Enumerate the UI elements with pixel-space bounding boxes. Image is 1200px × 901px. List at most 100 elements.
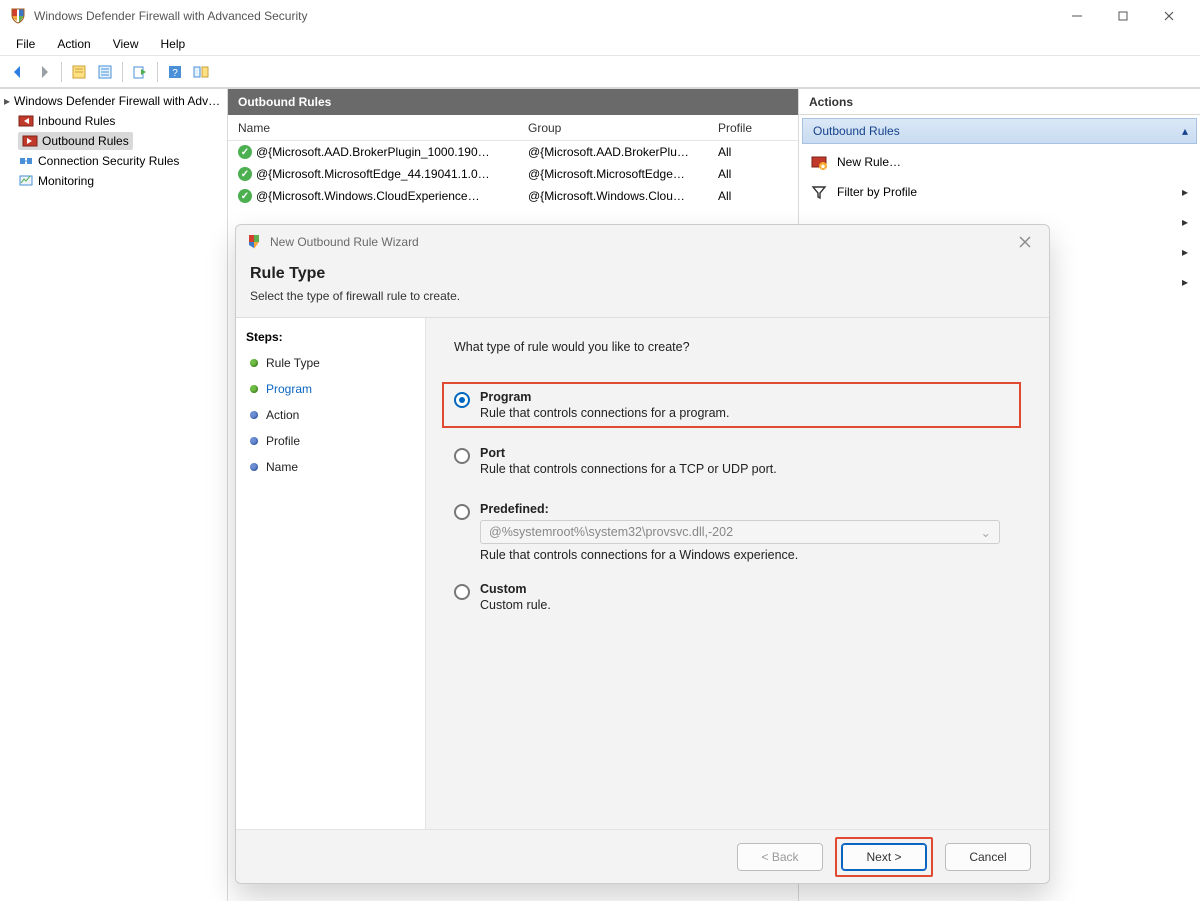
monitoring-icon bbox=[18, 173, 34, 189]
predefined-combo[interactable]: @%systemroot%\system32\provsvc.dll,-202 … bbox=[480, 520, 1000, 544]
app-shield-icon bbox=[10, 8, 26, 24]
rule-name: @{Microsoft.Windows.CloudExperience… bbox=[256, 189, 480, 203]
radio-predefined[interactable] bbox=[454, 504, 470, 520]
rule-type-label: Custom bbox=[480, 582, 551, 596]
wizard-steps-header: Steps: bbox=[236, 324, 425, 350]
tree-item-label: Monitoring bbox=[38, 174, 94, 188]
tree-root-label: Windows Defender Firewall with Advanced … bbox=[14, 94, 223, 108]
step-dot-icon bbox=[250, 359, 258, 367]
wizard-title: New Outbound Rule Wizard bbox=[270, 235, 419, 249]
menubar: File Action View Help bbox=[0, 32, 1200, 56]
menu-file[interactable]: File bbox=[6, 34, 45, 54]
svg-text:★: ★ bbox=[819, 162, 826, 170]
wizard-steps: Steps: Rule Type Program Action Profile … bbox=[236, 318, 426, 829]
rule-type-desc: Rule that controls connections for a Win… bbox=[480, 548, 1021, 562]
wizard-footer: < Back Next > Cancel bbox=[236, 829, 1049, 883]
rule-type-desc: Rule that controls connections for a pro… bbox=[480, 406, 729, 420]
next-button[interactable]: Next > bbox=[841, 843, 927, 871]
tree-item-label: Outbound Rules bbox=[42, 134, 129, 148]
cancel-button[interactable]: Cancel bbox=[945, 843, 1031, 871]
tree-item-label: Connection Security Rules bbox=[38, 154, 179, 168]
rule-type-predefined[interactable]: Predefined: @%systemroot%\system32\provs… bbox=[454, 502, 1021, 562]
toolbar-list-button[interactable] bbox=[93, 60, 117, 84]
new-outbound-rule-wizard: New Outbound Rule Wizard Rule Type Selec… bbox=[235, 224, 1050, 884]
rule-type-custom[interactable]: Custom Custom rule. bbox=[454, 582, 1021, 612]
wizard-step-profile[interactable]: Profile bbox=[236, 428, 425, 454]
tree-connection-security[interactable]: Connection Security Rules bbox=[0, 151, 227, 171]
col-profile[interactable]: Profile bbox=[718, 121, 788, 135]
wizard-heading: Rule Type bbox=[250, 265, 1035, 283]
actions-section-title[interactable]: Outbound Rules ▴ bbox=[802, 118, 1197, 144]
step-dot-icon bbox=[250, 463, 258, 471]
wizard-step-program[interactable]: Program bbox=[236, 376, 425, 402]
action-new-rule[interactable]: ★ New Rule… bbox=[799, 147, 1200, 177]
rule-type-label: Predefined: bbox=[480, 502, 1021, 516]
tree-root[interactable]: ▸ Windows Defender Firewall with Advance… bbox=[0, 91, 227, 111]
col-group[interactable]: Group bbox=[528, 121, 718, 135]
back-button[interactable]: < Back bbox=[737, 843, 823, 871]
wizard-step-label: Action bbox=[266, 408, 299, 422]
rule-type-program[interactable]: Program Rule that controls connections f… bbox=[442, 382, 1021, 428]
wizard-step-label: Name bbox=[266, 460, 298, 474]
chevron-right-icon: ▸ bbox=[1182, 185, 1188, 199]
rule-type-desc: Rule that controls connections for a TCP… bbox=[480, 462, 777, 476]
wizard-shield-icon bbox=[246, 234, 262, 250]
new-rule-icon: ★ bbox=[811, 154, 827, 170]
toolbar: ? bbox=[0, 56, 1200, 88]
menu-help[interactable]: Help bbox=[151, 34, 196, 54]
wizard-content: What type of rule would you like to crea… bbox=[426, 318, 1049, 829]
next-button-highlight: Next > bbox=[835, 837, 933, 877]
tree-item-label: Inbound Rules bbox=[38, 114, 115, 128]
radio-custom[interactable] bbox=[454, 584, 470, 600]
action-label: Filter by Profile bbox=[837, 185, 917, 199]
radio-program[interactable] bbox=[454, 392, 470, 408]
rule-type-label: Program bbox=[480, 390, 729, 404]
action-filter-by-profile[interactable]: Filter by Profile ▸ bbox=[799, 177, 1200, 207]
rule-profile: All bbox=[718, 145, 788, 159]
rule-group: @{Microsoft.AAD.BrokerPlu… bbox=[528, 145, 718, 159]
rule-profile: All bbox=[718, 189, 788, 203]
radio-port[interactable] bbox=[454, 448, 470, 464]
nav-back-button[interactable] bbox=[6, 60, 30, 84]
rule-group: @{Microsoft.MicrosoftEdge… bbox=[528, 167, 718, 181]
toolbar-export-button[interactable] bbox=[128, 60, 152, 84]
chevron-right-icon: ▸ bbox=[1182, 245, 1188, 259]
minimize-button[interactable] bbox=[1054, 0, 1100, 32]
rule-name: @{Microsoft.MicrosoftEdge_44.19041.1.0… bbox=[256, 167, 490, 181]
svg-text:?: ? bbox=[172, 68, 178, 79]
close-button[interactable] bbox=[1146, 0, 1192, 32]
wizard-step-rule-type[interactable]: Rule Type bbox=[236, 350, 425, 376]
wizard-step-action[interactable]: Action bbox=[236, 402, 425, 428]
menu-view[interactable]: View bbox=[103, 34, 149, 54]
col-name[interactable]: Name bbox=[238, 121, 528, 135]
cancel-button-label: Cancel bbox=[969, 850, 1006, 864]
maximize-button[interactable] bbox=[1100, 0, 1146, 32]
connection-security-icon bbox=[18, 153, 34, 169]
wizard-step-label: Profile bbox=[266, 434, 300, 448]
next-button-label: Next > bbox=[866, 850, 901, 864]
table-row[interactable]: ✓@{Microsoft.Windows.CloudExperience… @{… bbox=[228, 185, 798, 207]
table-row[interactable]: ✓@{Microsoft.AAD.BrokerPlugin_1000.190… … bbox=[228, 141, 798, 163]
wizard-step-name[interactable]: Name bbox=[236, 454, 425, 480]
filter-icon bbox=[811, 184, 827, 200]
chevron-right-icon: ▸ bbox=[1182, 215, 1188, 229]
rule-profile: All bbox=[718, 167, 788, 181]
actions-section-label: Outbound Rules bbox=[813, 124, 900, 138]
step-dot-icon bbox=[250, 437, 258, 445]
toolbar-help-button[interactable]: ? bbox=[163, 60, 187, 84]
toolbar-properties-button[interactable] bbox=[67, 60, 91, 84]
predefined-combo-value: @%systemroot%\system32\provsvc.dll,-202 bbox=[489, 525, 733, 539]
rule-enabled-icon: ✓ bbox=[238, 145, 252, 159]
rule-type-port[interactable]: Port Rule that controls connections for … bbox=[454, 446, 1021, 476]
tree-inbound-rules[interactable]: Inbound Rules bbox=[0, 111, 227, 131]
wizard-step-label: Program bbox=[266, 382, 312, 396]
step-dot-icon bbox=[250, 385, 258, 393]
wizard-close-button[interactable] bbox=[1011, 228, 1039, 256]
tree-monitoring[interactable]: Monitoring bbox=[0, 171, 227, 191]
table-row[interactable]: ✓@{Microsoft.MicrosoftEdge_44.19041.1.0…… bbox=[228, 163, 798, 185]
tree-outbound-rules[interactable]: Outbound Rules bbox=[0, 131, 227, 151]
menu-action[interactable]: Action bbox=[47, 34, 100, 54]
toolbar-panes-button[interactable] bbox=[189, 60, 213, 84]
nav-forward-button[interactable] bbox=[32, 60, 56, 84]
titlebar: Windows Defender Firewall with Advanced … bbox=[0, 0, 1200, 32]
